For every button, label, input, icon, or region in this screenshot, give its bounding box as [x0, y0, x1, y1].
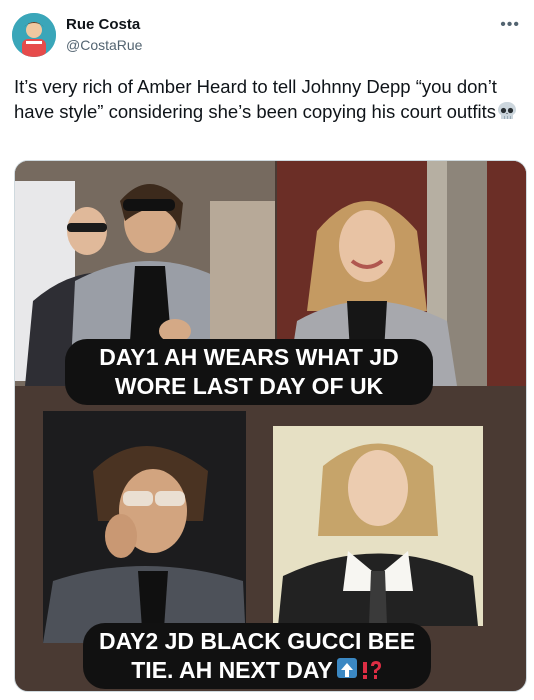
avatar[interactable]	[12, 13, 56, 57]
caption-day2-line2: TIE. AH NEXT DAY	[97, 656, 417, 685]
caption-day2-line2-text: TIE. AH NEXT DAY	[131, 657, 333, 683]
caption-day1-line2: WORE LAST DAY OF UK	[114, 373, 384, 399]
exclamation-question-emoji	[361, 658, 383, 679]
caption-day1: DAY1 AH WEARS WHAT JD WORE LAST DAY OF U…	[65, 339, 433, 405]
caption-day1-line1: DAY1 AH WEARS WHAT JD	[99, 344, 399, 370]
user-handle[interactable]: @CostaRue	[66, 37, 142, 53]
user-name[interactable]: Rue Costa	[66, 16, 140, 33]
tweet-text: It’s very rich of Amber Heard to tell Jo…	[14, 74, 519, 124]
caption-day2-line1: DAY2 JD BLACK GUCCI BEE	[98, 628, 416, 654]
tweet: Rue Costa @CostaRue ••• It’s very rich o…	[0, 0, 534, 700]
tweet-media[interactable]: DAY1 AH WEARS WHAT JD WORE LAST DAY OF U…	[14, 160, 527, 692]
photo-bottom-right	[273, 426, 483, 626]
more-horizontal-icon[interactable]: •••	[500, 16, 520, 34]
avatar-image	[12, 13, 56, 57]
tweet-text-body: It’s very rich of Amber Heard to tell Jo…	[14, 76, 497, 122]
caption-day2: DAY2 JD BLACK GUCCI BEE TIE. AH NEXT DAY	[83, 623, 431, 689]
up-arrow-emoji	[336, 658, 357, 678]
photo-bottom-left	[43, 411, 246, 643]
skull-emoji	[497, 102, 516, 119]
